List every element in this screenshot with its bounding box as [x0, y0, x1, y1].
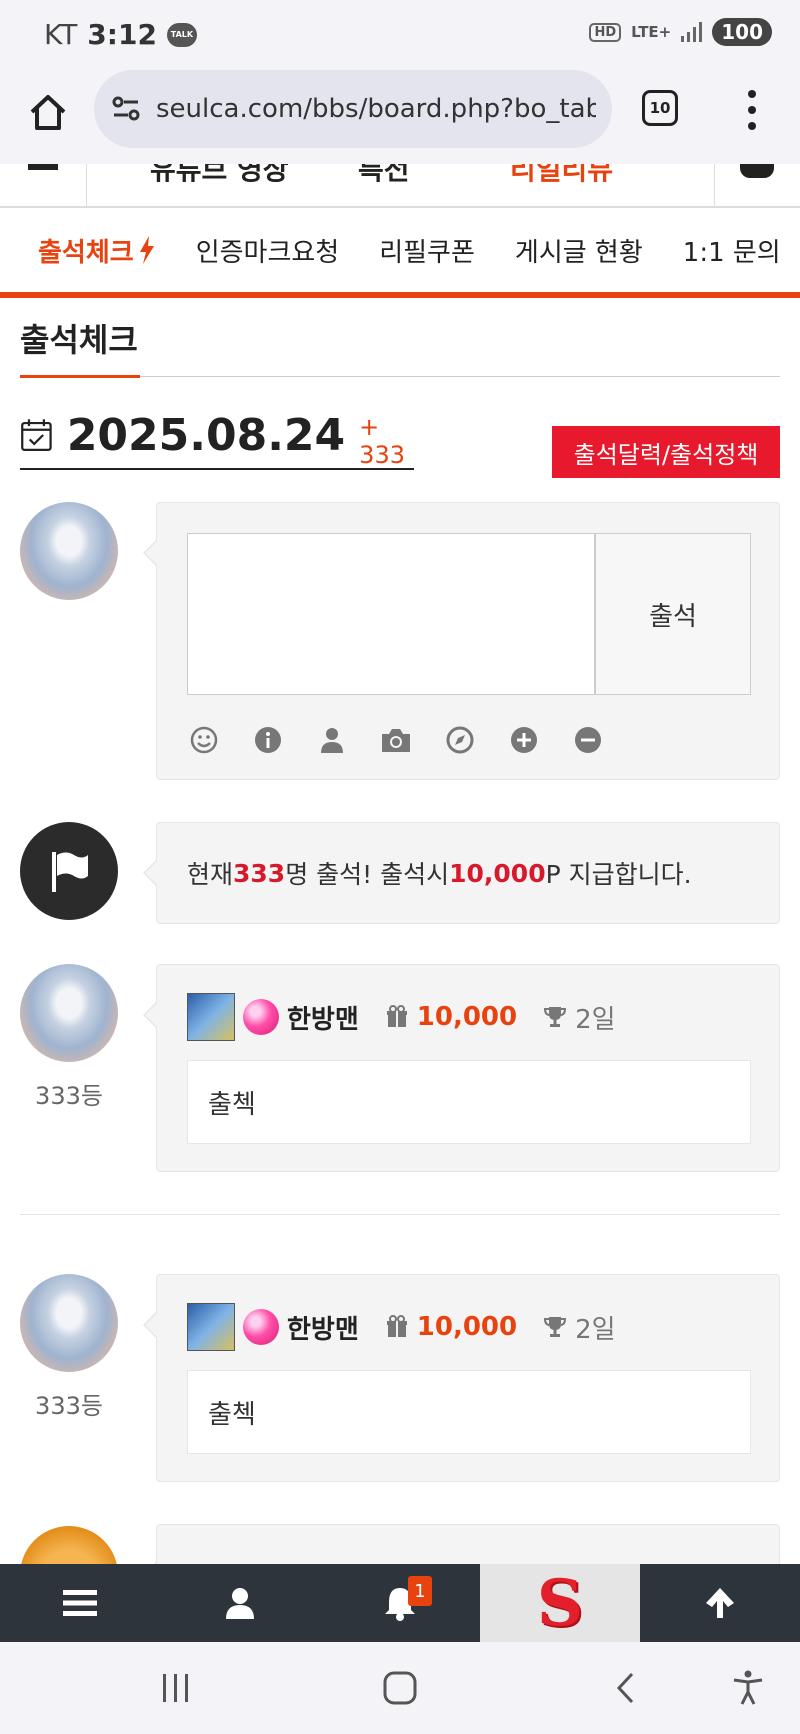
battery-indicator: 100 [712, 18, 772, 46]
rank-label: 333등 [35, 1082, 103, 1110]
notice-avatar [20, 822, 118, 920]
camera-icon[interactable] [379, 723, 413, 757]
home-nav-icon[interactable] [380, 1670, 420, 1706]
notification-badge: 1 [408, 1576, 432, 1606]
system-nav-bar [0, 1642, 800, 1734]
date-header: 2025.08.24 + 333 [20, 402, 414, 470]
attendance-comment-input[interactable] [187, 533, 595, 695]
bottom-toolbar: 1 S [0, 1564, 800, 1642]
home-icon[interactable] [26, 90, 70, 134]
status-left: KT 3:12 TALK [44, 18, 197, 51]
gift-icon [386, 1005, 407, 1027]
menu-icon [63, 1590, 97, 1616]
profile-button[interactable] [160, 1564, 320, 1642]
consecutive-days: 2일 [575, 1004, 616, 1035]
rank-label: 333등 [35, 1392, 103, 1420]
plus-icon[interactable] [507, 723, 541, 757]
comment-text: 출첵 [187, 1060, 751, 1144]
clock: 3:12 [87, 18, 157, 51]
hd-voice-icon: HD [589, 22, 622, 42]
info-icon[interactable] [251, 723, 285, 757]
site-settings-icon[interactable] [110, 93, 142, 125]
gem-badge-icon [243, 1309, 279, 1345]
address-bar[interactable]: seulca.com/bbs/board.php?bo_table [94, 70, 612, 148]
comment-item: 한방맨 10,000 2일 출첵 [143, 1274, 780, 1482]
nickname[interactable]: 한방맨 [287, 1309, 359, 1346]
recent-apps-icon[interactable] [156, 1670, 196, 1706]
level-badge-icon [187, 1303, 235, 1351]
comment-points: 10,000 [416, 1312, 518, 1342]
trophy-icon [544, 1007, 567, 1027]
tab-refill-coupon[interactable]: 리필쿠폰 [379, 232, 475, 269]
comment-text: 출첵 [187, 1370, 751, 1454]
tab-certification[interactable]: 인증마크요청 [196, 232, 340, 269]
tab-switcher-button[interactable]: 10 [642, 90, 678, 126]
notifications-button[interactable]: 1 [320, 1564, 480, 1642]
gem-badge-icon [243, 999, 279, 1035]
site-logo: S [536, 1565, 584, 1641]
avatar[interactable] [20, 1274, 118, 1372]
sub-nav: 출석체크 인증마크요청 리필쿠폰 게시글 현황 1:1 문의 [0, 208, 800, 298]
hamburger-icon[interactable] [28, 164, 58, 170]
flag-icon [52, 852, 88, 892]
site-logo-button[interactable]: S [480, 1564, 640, 1642]
nickname[interactable]: 한방맨 [287, 999, 359, 1036]
comment-header: 한방맨 10,000 2일 [187, 1303, 616, 1351]
back-icon[interactable] [606, 1670, 646, 1706]
comment-header: 한방맨 10,000 2일 [187, 993, 616, 1041]
gift-icon [386, 1315, 407, 1337]
avatar [20, 502, 118, 600]
attendance-notice: 현재 333 명 출석! 출석시 10,000 P 지급합니다. [143, 822, 780, 924]
signal-icon [681, 22, 703, 42]
url-text: seulca.com/bbs/board.php?bo_table [156, 94, 596, 124]
user-icon[interactable] [315, 723, 349, 757]
site-nav-item-special[interactable]: 특전 [358, 164, 410, 188]
editor-toolbar [187, 723, 605, 757]
tab-post-status[interactable]: 게시글 현황 [515, 232, 643, 269]
attendance-date: 2025.08.24 [66, 409, 346, 461]
attendance-count: + 333 [359, 413, 405, 469]
notice-text: 현재 333 명 출석! 출석시 10,000 P 지급합니다. [187, 858, 692, 890]
accessibility-icon[interactable] [728, 1670, 768, 1706]
consecutive-days: 2일 [575, 1314, 616, 1345]
user-icon [226, 1588, 254, 1619]
comment-item: 한방맨 10,000 2일 출첵 [143, 964, 780, 1172]
compass-icon[interactable] [443, 723, 477, 757]
talk-notification-icon: TALK [166, 22, 197, 47]
level-badge-icon [187, 993, 235, 1041]
network-type: LTE+ [631, 23, 672, 41]
reward-points: 10,000 [449, 858, 546, 888]
page-title: 출석체크 [20, 321, 138, 359]
status-bar: KT 3:12 TALK HD LTE+ 100 [0, 0, 800, 70]
carrier-label: KT [44, 18, 78, 51]
tab-inquiry[interactable]: 1:1 문의 [683, 232, 781, 269]
arrow-up-icon [706, 1588, 734, 1618]
browser-toolbar: seulca.com/bbs/board.php?bo_table 10 [0, 70, 800, 164]
attendance-policy-button[interactable]: 출석달력/출석정책 [552, 426, 780, 478]
bell-icon[interactable] [740, 164, 774, 178]
site-nav-item-youtube[interactable]: 유튜브 영상 [150, 164, 289, 188]
comment-points: 10,000 [416, 1002, 518, 1032]
minus-icon[interactable] [571, 723, 605, 757]
lightning-icon [139, 236, 154, 264]
site-nav-item-review[interactable]: 리얼리뷰 [510, 164, 613, 188]
more-menu-icon[interactable] [744, 90, 760, 130]
attendee-count: 333 [233, 858, 286, 888]
status-right: HD LTE+ 100 [589, 18, 772, 46]
smile-icon[interactable] [187, 723, 221, 757]
calendar-icon [21, 419, 52, 452]
trophy-icon [544, 1317, 567, 1337]
menu-button[interactable] [0, 1564, 160, 1642]
attendance-submit-button[interactable]: 출석 [595, 533, 751, 695]
tab-attendance[interactable]: 출석체크 [38, 232, 156, 269]
scroll-top-button[interactable] [640, 1564, 800, 1642]
avatar[interactable] [20, 964, 118, 1062]
tab-attendance-label: 출석체크 [38, 237, 134, 268]
write-box: 출석 [143, 502, 780, 780]
site-nav: 유튜브 영상 특전 리얼리뷰 [0, 164, 800, 208]
